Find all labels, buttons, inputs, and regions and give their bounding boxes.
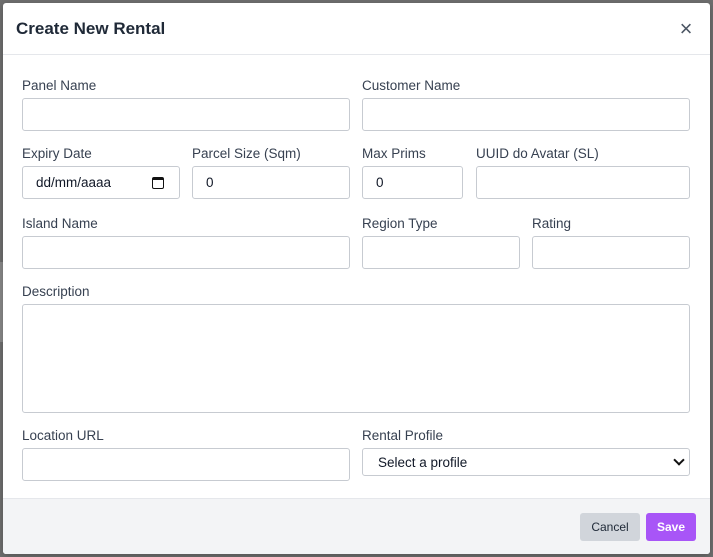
modal-body: Panel Name Customer Name Expiry Date dd/… (3, 55, 710, 500)
uuid-avatar-input[interactable] (476, 166, 690, 199)
parcel-size-label: Parcel Size (Sqm) (192, 146, 301, 161)
expiry-date-value: dd/mm/aaaa (36, 175, 112, 190)
customer-name-label: Customer Name (362, 78, 461, 93)
panel-name-label: Panel Name (22, 78, 97, 93)
expiry-date-label: Expiry Date (22, 146, 92, 161)
create-rental-modal: Create New Rental × Panel Name Customer … (3, 3, 710, 554)
parcel-size-input[interactable]: 0 (192, 166, 350, 199)
parcel-size-field: Parcel Size (Sqm) 0 (192, 145, 350, 201)
modal-title: Create New Rental (16, 18, 166, 38)
rental-profile-label: Rental Profile (362, 428, 444, 443)
island-name-label: Island Name (22, 216, 98, 231)
location-url-input[interactable] (22, 448, 350, 481)
expiry-date-field: Expiry Date dd/mm/aaaa (22, 145, 180, 201)
rental-profile-value: Select a profile (378, 454, 468, 470)
region-type-label: Region Type (362, 216, 438, 231)
max-prims-field: Max Prims 0 (362, 145, 463, 201)
rental-profile-field: Rental Profile Select a profile (362, 427, 690, 483)
rating-field: Rating (532, 215, 690, 271)
location-url-label: Location URL (22, 428, 104, 443)
island-name-field: Island Name (22, 215, 350, 271)
customer-name-input[interactable] (362, 98, 690, 131)
max-prims-label: Max Prims (362, 146, 426, 161)
cancel-button[interactable]: Cancel (580, 513, 640, 541)
customer-name-field: Customer Name (362, 77, 690, 133)
modal-header: Create New Rental × (3, 3, 710, 55)
description-field: Description (22, 283, 690, 413)
close-icon[interactable]: × (675, 17, 697, 40)
region-type-field: Region Type (362, 215, 520, 271)
expiry-date-input[interactable]: dd/mm/aaaa (22, 166, 180, 199)
max-prims-input[interactable]: 0 (362, 166, 463, 199)
island-name-input[interactable] (22, 236, 350, 269)
description-textarea[interactable] (22, 304, 690, 413)
uuid-avatar-field: UUID do Avatar (SL) (476, 145, 690, 201)
save-button[interactable]: Save (646, 513, 696, 541)
chevron-down-icon (673, 454, 685, 466)
panel-name-input[interactable] (22, 98, 350, 131)
uuid-avatar-label: UUID do Avatar (SL) (476, 146, 599, 161)
region-type-input[interactable] (362, 236, 520, 269)
description-label: Description (22, 284, 90, 299)
modal-footer: Cancel Save (3, 498, 710, 554)
rental-profile-select[interactable]: Select a profile (362, 448, 690, 476)
calendar-icon[interactable] (152, 176, 164, 189)
location-url-field: Location URL (22, 427, 350, 483)
rating-input[interactable] (532, 236, 690, 269)
rating-label: Rating (532, 216, 572, 231)
panel-name-field: Panel Name (22, 77, 350, 133)
